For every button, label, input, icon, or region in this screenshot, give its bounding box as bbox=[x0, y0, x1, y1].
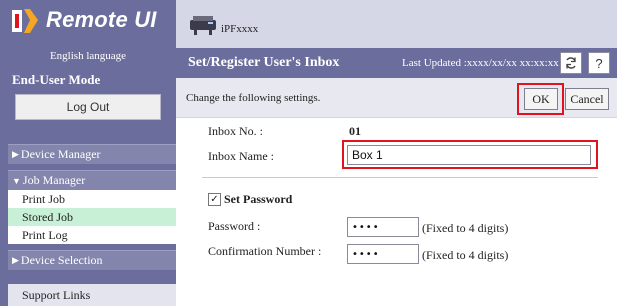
sidebar-item-print-log[interactable]: Print Log bbox=[8, 226, 176, 244]
last-updated-text: Last Updated :xxxx/xx/xx xx:xx:xx bbox=[402, 57, 559, 69]
logo-area: Remote UI bbox=[0, 0, 176, 48]
inbox-no-value: 01 bbox=[349, 124, 361, 138]
refresh-icon bbox=[566, 57, 576, 69]
help-button[interactable]: ? bbox=[588, 52, 610, 74]
password-label: Password : bbox=[208, 219, 261, 233]
password-value: •••• bbox=[352, 221, 380, 233]
logout-button[interactable]: Log Out bbox=[15, 94, 161, 120]
page-title: Set/Register User's Inbox bbox=[188, 55, 340, 70]
remote-ui-logo-icon bbox=[12, 9, 38, 33]
instruction-bar: Change the following settings. OK Cancel bbox=[176, 78, 617, 118]
inbox-name-label: Inbox Name : bbox=[208, 149, 274, 163]
triangle-right-icon: ▶ bbox=[12, 149, 19, 159]
set-password-checkbox[interactable]: ✓ bbox=[208, 193, 221, 206]
sidebar-item-job-manager[interactable]: ▼ Job Manager bbox=[8, 170, 176, 190]
cancel-button[interactable]: Cancel bbox=[565, 88, 609, 110]
inbox-no-label: Inbox No. : bbox=[208, 124, 263, 138]
triangle-right-icon: ▶ bbox=[12, 255, 19, 265]
language-selector[interactable]: English language bbox=[0, 50, 176, 62]
ok-highlight bbox=[517, 83, 564, 115]
refresh-button[interactable] bbox=[560, 52, 582, 74]
triangle-down-icon: ▼ bbox=[12, 175, 21, 186]
sidebar-item-label: Device Manager bbox=[20, 147, 101, 161]
divider bbox=[202, 177, 598, 178]
mode-label: End-User Mode bbox=[12, 72, 101, 87]
sidebar-item-stored-job[interactable]: Stored Job bbox=[8, 208, 176, 226]
confirmation-note: (Fixed to 4 digits) bbox=[422, 248, 509, 262]
printer-name: iPFxxxx bbox=[221, 23, 259, 35]
confirmation-label: Confirmation Number : bbox=[208, 244, 322, 258]
password-note: (Fixed to 4 digits) bbox=[422, 221, 509, 235]
logo-text: Remote UI bbox=[46, 7, 157, 32]
confirmation-field[interactable]: •••• bbox=[347, 244, 419, 264]
title-bar: Set/Register User's Inbox Last Updated :… bbox=[176, 48, 617, 78]
help-icon: ? bbox=[595, 55, 603, 71]
sidebar: Remote UI English language End-User Mode… bbox=[0, 0, 176, 306]
inbox-name-highlight bbox=[342, 140, 598, 169]
sidebar-item-device-manager[interactable]: ▶ Device Manager bbox=[8, 144, 176, 164]
sidebar-item-label: Job Manager bbox=[22, 173, 86, 187]
instruction-text: Change the following settings. bbox=[186, 92, 321, 104]
printer-header: iPFxxxx bbox=[176, 0, 617, 48]
confirmation-value: •••• bbox=[352, 248, 380, 260]
sidebar-item-label: Device Selection bbox=[20, 253, 103, 267]
sidebar-item-device-selection[interactable]: ▶ Device Selection bbox=[8, 250, 176, 270]
set-password-label: Set Password bbox=[224, 192, 293, 206]
sidebar-item-support-links[interactable]: Support Links bbox=[8, 284, 176, 306]
printer-icon bbox=[190, 16, 216, 35]
password-field[interactable]: •••• bbox=[347, 217, 419, 237]
sidebar-item-print-job[interactable]: Print Job bbox=[8, 190, 176, 208]
